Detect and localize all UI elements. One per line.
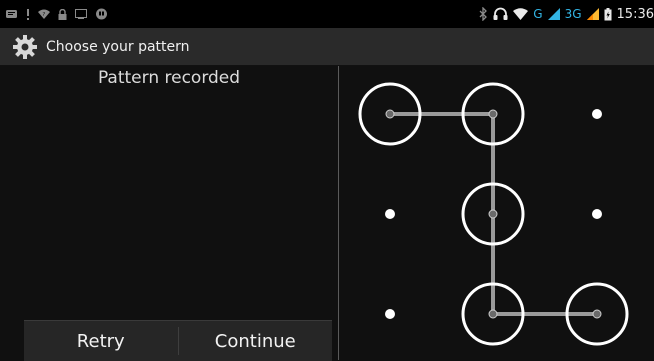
- pattern-dot-center: [488, 209, 498, 219]
- pattern-dot-center: [385, 209, 395, 219]
- lock-pattern-view[interactable]: [339, 66, 654, 360]
- signal-icon: [547, 8, 560, 20]
- network-type-label: G: [533, 7, 543, 21]
- clock: 15:36: [616, 6, 654, 22]
- instruction-pane: Pattern recorded: [0, 66, 338, 360]
- lock-pattern-canvas[interactable]: [339, 66, 654, 360]
- continue-button[interactable]: Continue: [179, 321, 333, 361]
- pattern-dot-center: [592, 309, 602, 319]
- pattern-dot-center: [592, 109, 602, 119]
- pattern-dot-2-0[interactable]: [385, 309, 395, 319]
- status-bar: ? G 3G 15:36: [0, 0, 654, 28]
- svg-text:?: ?: [43, 12, 46, 18]
- pattern-dot-1-0[interactable]: [385, 209, 395, 219]
- signal-icon-2: [586, 8, 599, 20]
- lock-icon: [58, 8, 67, 20]
- pattern-dot-center: [488, 309, 498, 319]
- pattern-dot-center: [488, 109, 498, 119]
- pattern-dot-0-2[interactable]: [592, 109, 602, 119]
- action-bar: Choose your pattern: [0, 28, 654, 66]
- retry-button[interactable]: Retry: [24, 321, 178, 361]
- system-icons: G 3G 15:36: [479, 0, 654, 28]
- pattern-dot-center: [385, 109, 395, 119]
- wifi-icon: [513, 8, 529, 20]
- settings-gear-icon[interactable]: [12, 34, 38, 60]
- network-type-label-2: 3G: [564, 7, 582, 21]
- header-message: Pattern recorded: [97, 68, 241, 88]
- pattern-dot-1-2[interactable]: [592, 209, 602, 219]
- headset-icon: [493, 7, 508, 21]
- page-title: Choose your pattern: [46, 38, 190, 55]
- alert-icon: [26, 8, 30, 20]
- message-icon: [6, 9, 18, 20]
- screenshot-icon: [75, 9, 87, 19]
- battery-icon: [604, 7, 612, 21]
- footer-button-bar: Retry Continue: [24, 320, 332, 361]
- wifi-notification-icon: ?: [38, 9, 50, 19]
- pattern-dot-center: [592, 209, 602, 219]
- talk-icon: [95, 8, 108, 21]
- bluetooth-icon: [479, 7, 488, 21]
- notification-icons: ?: [6, 0, 108, 28]
- pattern-dot-center: [385, 309, 395, 319]
